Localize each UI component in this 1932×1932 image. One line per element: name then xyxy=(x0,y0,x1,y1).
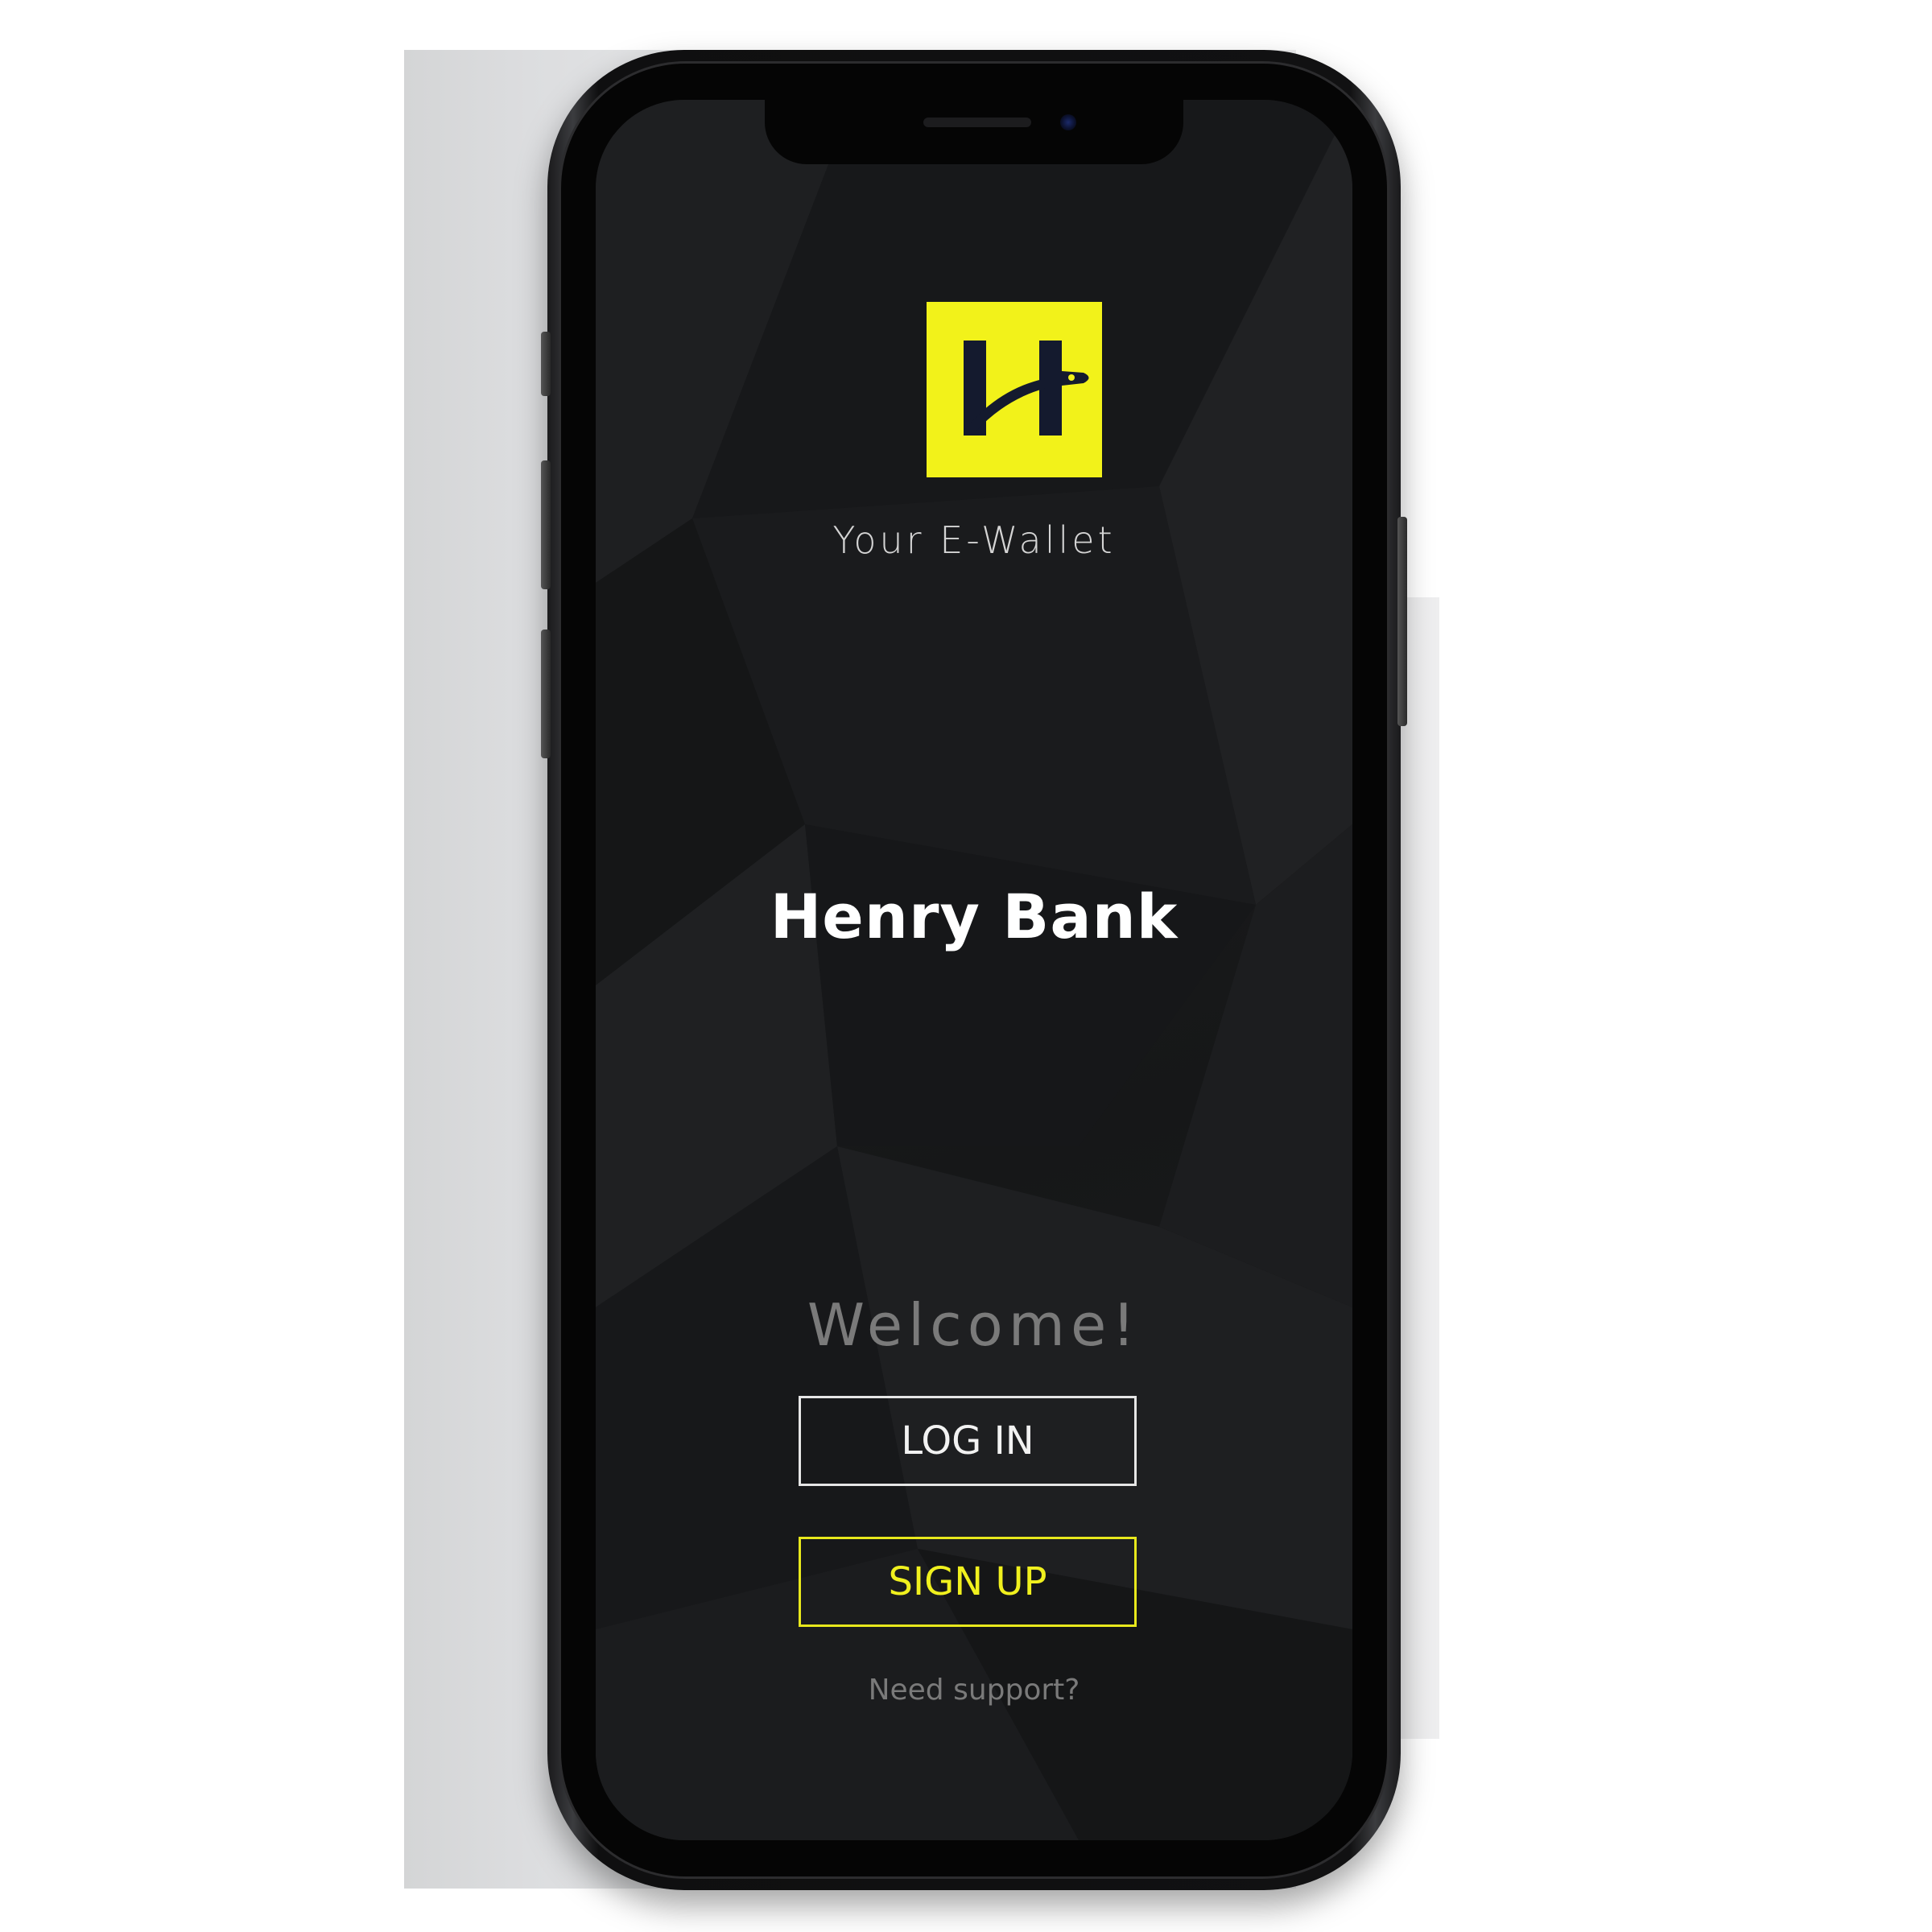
volume-up-button xyxy=(541,460,551,589)
phone-frame: Your E-Wallet Henry Bank Welcome! LOG IN… xyxy=(541,50,1407,1890)
app-screen: Your E-Wallet Henry Bank Welcome! LOG IN… xyxy=(596,100,1352,1840)
login-button[interactable]: LOG IN xyxy=(799,1396,1137,1486)
power-button xyxy=(1397,517,1407,726)
earpiece-speaker xyxy=(923,118,1031,127)
need-support-link[interactable]: Need support? xyxy=(596,1674,1352,1707)
app-brand-name: Henry Bank xyxy=(770,881,1179,952)
app-tagline: Your E-Wallet xyxy=(832,518,1116,562)
screen-notch xyxy=(765,100,1183,164)
henry-bank-logo-icon xyxy=(927,302,1102,477)
welcome-heading: Welcome! xyxy=(807,1291,1141,1359)
mockup-stage: Your E-Wallet Henry Bank Welcome! LOG IN… xyxy=(0,0,1932,1932)
volume-down-button xyxy=(541,630,551,758)
front-camera xyxy=(1060,114,1076,130)
mute-switch xyxy=(541,332,551,396)
signup-button[interactable]: SIGN UP xyxy=(799,1537,1137,1627)
